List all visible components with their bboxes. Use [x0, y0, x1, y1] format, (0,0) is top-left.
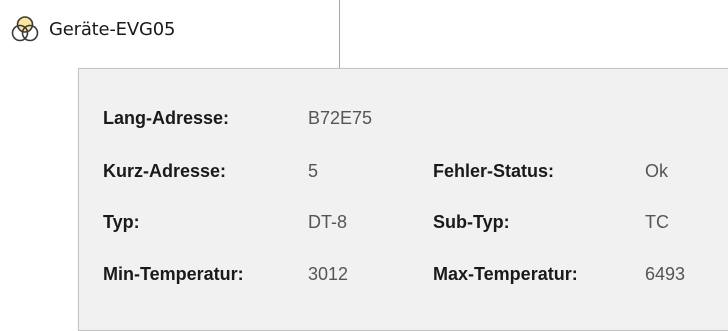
max-temperature-label: Max-Temperatur: [433, 264, 578, 284]
sub-type-label: Sub-Typ: [433, 212, 510, 232]
short-address-value: 5 [308, 161, 319, 181]
tree-item-label: Geräte-EVG05 [49, 18, 176, 40]
short-address-label: Kurz-Adresse: [103, 161, 227, 181]
device-group-icon [11, 16, 39, 42]
error-status-value: Ok [645, 161, 669, 181]
column-separator [339, 0, 340, 70]
long-address-value: B72E75 [308, 108, 373, 128]
device-info-tooltip: Lang-Adresse: B72E75 Kurz-Adresse: 5 Feh… [78, 68, 728, 331]
type-value: DT-8 [308, 212, 348, 232]
long-address-label: Lang-Adresse: [103, 108, 230, 128]
type-label: Typ: [103, 212, 140, 232]
tree-item-device-evg05[interactable]: Geräte-EVG05 [8, 12, 175, 46]
sub-type-value: TC [645, 212, 669, 232]
min-temperature-label: Min-Temperatur: [103, 264, 244, 284]
min-temperature-value: 3012 [308, 264, 349, 284]
error-status-label: Fehler-Status: [433, 161, 555, 181]
max-temperature-value: 6493 [645, 264, 686, 284]
